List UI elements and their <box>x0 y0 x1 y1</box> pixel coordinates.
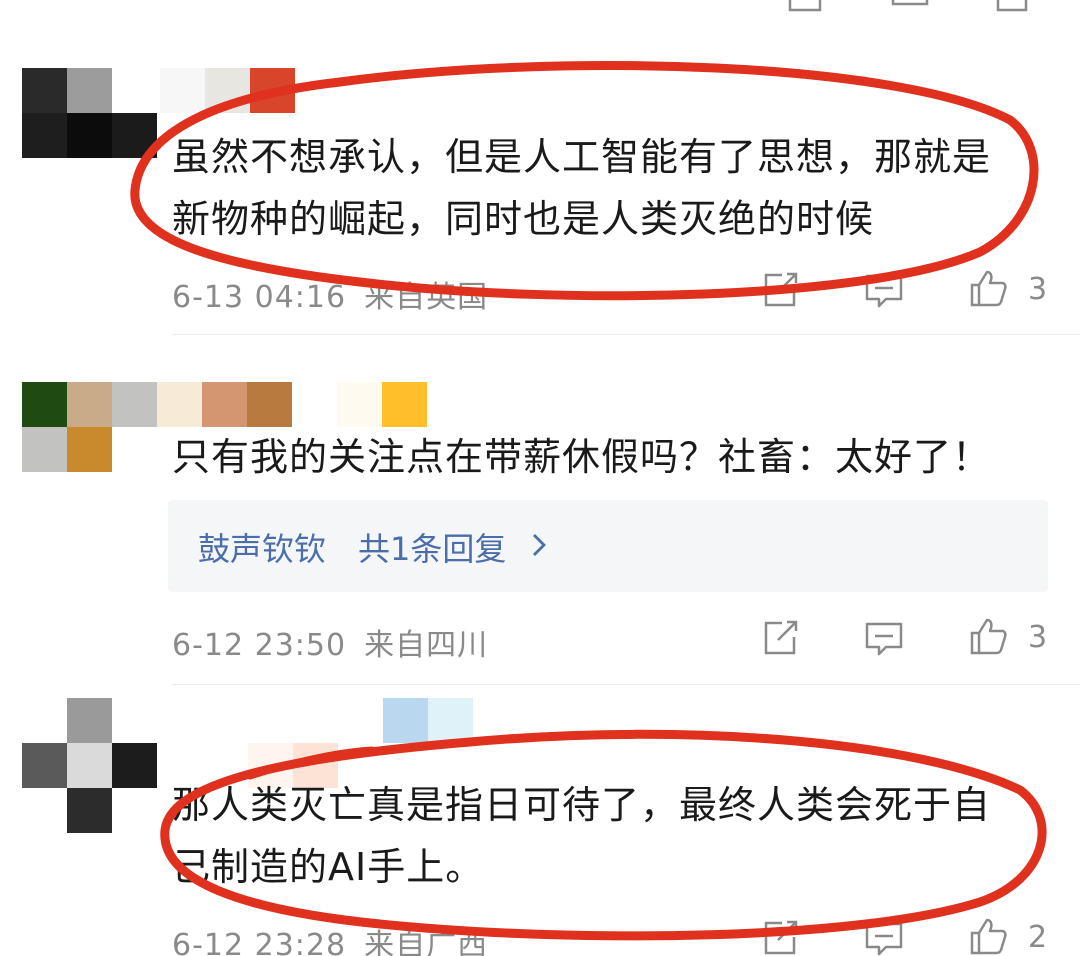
comment-text: 那人类灭亡真是指日可待了，最终人类会死于自 己制造的AI手上。 <box>172 774 991 898</box>
thumbs-up-icon[interactable] <box>968 268 1008 308</box>
comment-date: 6-12 23:28 <box>172 928 347 956</box>
comment-icon[interactable] <box>864 618 904 658</box>
like-count: 3 <box>1028 620 1048 655</box>
comment-text-line: 己制造的AI手上。 <box>172 845 485 889</box>
comment-text: 虽然不想承认，但是人工智能有了思想，那就是 新物种的崛起，同时也是人类灭绝的时候 <box>172 126 991 250</box>
divider <box>172 684 1080 685</box>
comment-location: 来自四川 <box>364 628 489 663</box>
reply-count-link[interactable]: 共1条回复 <box>358 524 506 570</box>
thumbs-up-icon[interactable] <box>968 616 1008 656</box>
thumbs-up-icon[interactable] <box>968 916 1008 956</box>
comment-feed: 虽然不想承认，但是人工智能有了思想，那就是 新物种的崛起，同时也是人类灭绝的时候… <box>0 0 1080 956</box>
like-count: 3 <box>1028 272 1048 307</box>
comment-text-line: 虽然不想承认，但是人工智能有了思想，那就是 <box>172 135 992 179</box>
comment-date: 6-12 23:50 <box>172 628 347 663</box>
share-icon[interactable] <box>760 270 800 310</box>
like-count: 2 <box>1028 920 1048 955</box>
comment-icon[interactable] <box>864 918 904 956</box>
comment-meta: 6-12 23:28 来自广西 <box>172 920 488 956</box>
share-icon[interactable] <box>760 918 800 956</box>
reply-preview[interactable]: 鼓声钦钦 共1条回复 <box>168 500 1048 592</box>
comment-location: 来自英国 <box>364 280 489 315</box>
thumbs-up-icon[interactable] <box>992 0 1032 14</box>
comment-text-line: 新物种的崛起，同时也是人类灭绝的时候 <box>172 197 875 241</box>
comment-text-line: 那人类灭亡真是指日可待了，最终人类会死于自 <box>172 783 992 827</box>
comment-icon[interactable] <box>864 270 904 310</box>
share-icon[interactable] <box>760 618 800 658</box>
reply-author[interactable]: 鼓声钦钦 <box>198 524 326 570</box>
comment-location: 来自广西 <box>364 928 489 956</box>
share-icon[interactable] <box>786 0 826 14</box>
divider <box>172 334 1080 335</box>
comment-meta: 6-12 23:50 来自四川 <box>172 620 488 664</box>
comment-text-line: 只有我的关注点在带薪休假吗？社畜：太好了！ <box>172 435 992 479</box>
comment-date: 6-13 04:16 <box>172 280 347 315</box>
chevron-right-icon <box>533 534 546 556</box>
comment-icon[interactable] <box>890 0 930 14</box>
comment-meta: 6-13 04:16 来自英国 <box>172 272 488 316</box>
comment-text: 只有我的关注点在带薪休假吗？社畜：太好了！ <box>172 426 991 488</box>
